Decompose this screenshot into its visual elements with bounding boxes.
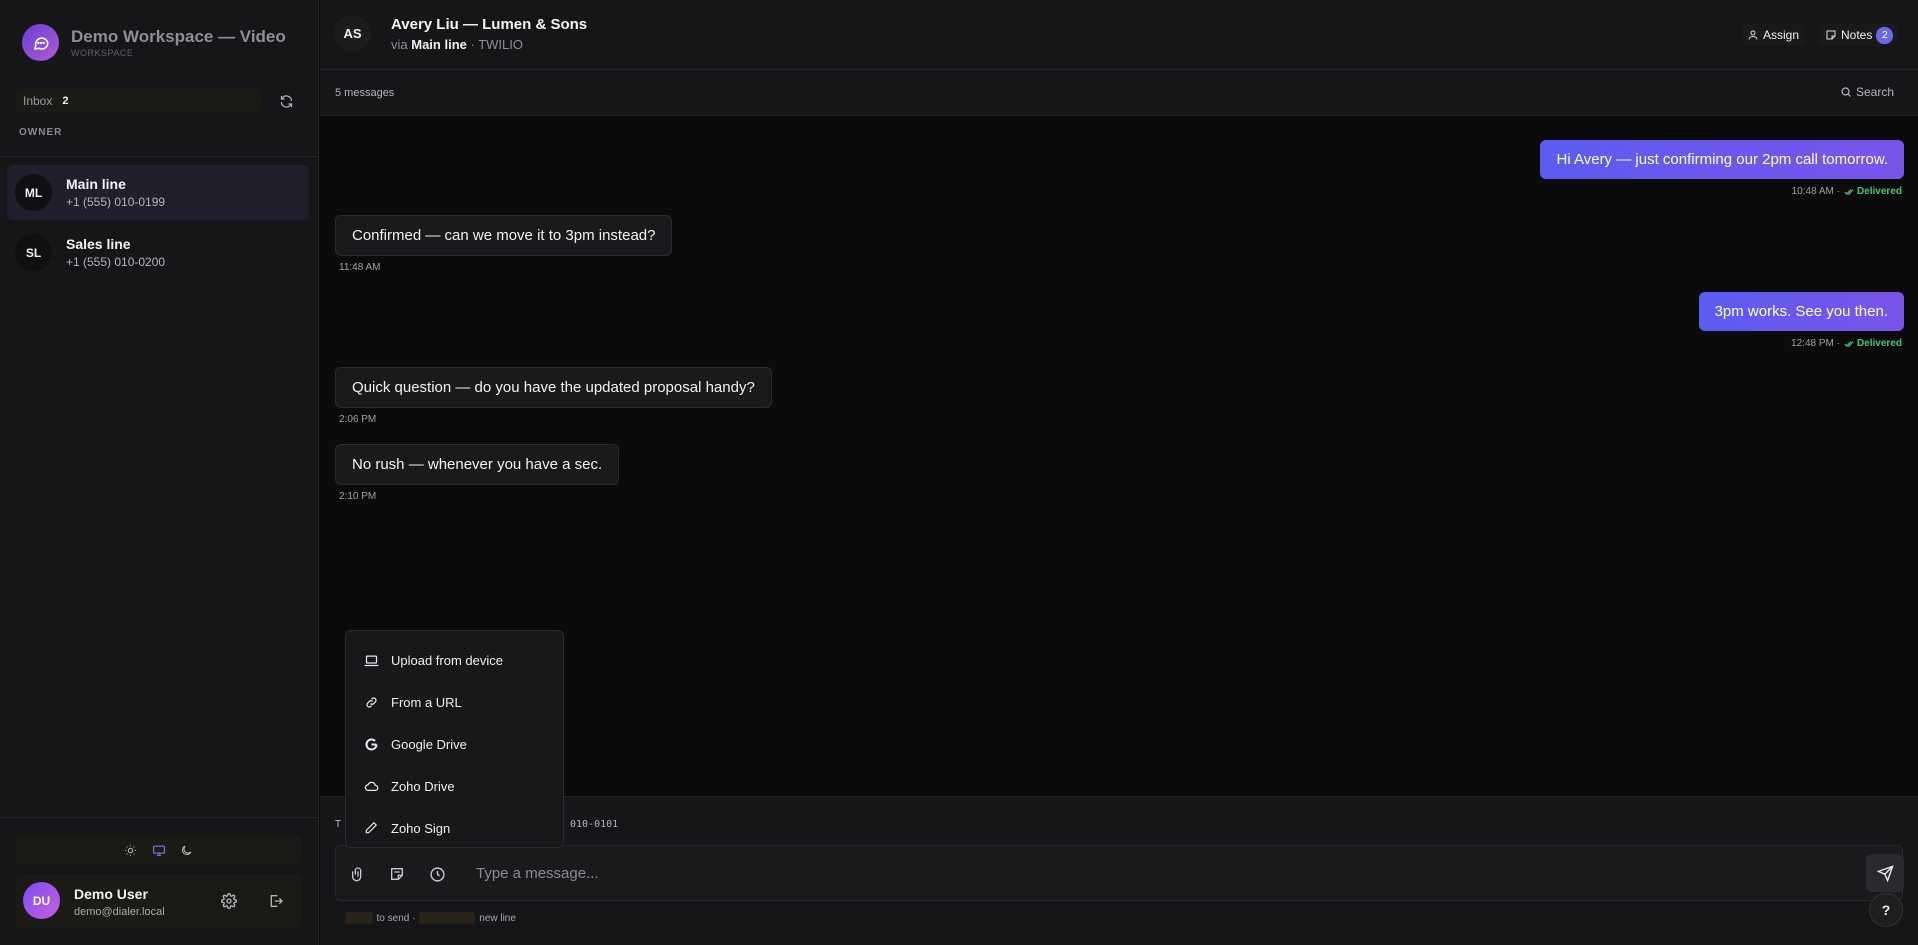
contact-name: Avery Liu — Lumen & Sons [391,16,588,33]
paperclip-icon[interactable] [348,864,368,884]
menu-item-label: Zoho Sign [391,820,451,836]
message-time: 2:10 PM [339,491,377,502]
user-email: demo@dialer.local [74,906,165,918]
clock-icon[interactable] [427,864,447,884]
logout-icon[interactable] [266,891,286,911]
message-bubble-incoming: Quick question — do you have the updated… [335,367,772,408]
shift-enter-key-hint: Shift + Enter [419,912,476,924]
menu-item-label: Google Drive [391,736,467,752]
enter-key-hint: Enter [345,912,373,924]
message-meta: 10:48 AM · Delivered [1792,186,1902,197]
template-icon[interactable] [387,864,407,884]
user-name: Demo User [74,886,148,902]
message-time: 11:48 AM [339,262,381,273]
notes-count-badge: 2 [1876,26,1894,44]
user-card: DU Demo User demo@dialer.local [16,874,301,929]
workspace-title: Demo Workspace — Video [71,26,286,46]
inbox-count: 2 [62,95,69,107]
search-label: Search [1855,85,1894,99]
message-time: 12:48 PM · [1791,338,1840,349]
notes-button[interactable]: Notes 2 [1820,24,1899,46]
user-icon [1748,30,1758,40]
send-icon [1876,864,1894,882]
help-button[interactable]: ? [1869,893,1903,927]
line-name: Sales line [66,235,131,252]
menu-item-upload-device[interactable]: Upload from device [346,639,563,681]
notes-label: Notes [1841,28,1873,42]
line-number: +1 (555) 010-0199 [66,194,166,209]
message-bubble-incoming: Confirmed — can we move it to 3pm instea… [335,215,673,256]
message-bubble-outgoing: 3pm works. See you then. [1698,292,1904,331]
send-button[interactable] [1866,854,1904,892]
cloud-icon [363,778,379,794]
line-name: Main line [66,175,126,192]
laptop-icon [363,652,379,668]
menu-item-zoho-drive[interactable]: Zoho Drive [346,765,563,807]
chat-bubble-icon [22,24,59,61]
avatar: DU [23,882,60,919]
menu-item-google-drive[interactable]: Google Drive [346,723,563,765]
message-time: 2:06 PM [339,414,377,425]
message-time: 10:48 AM · [1791,186,1840,197]
line-avatar: SL [15,234,52,271]
newline-hint: new line [479,912,516,924]
sidebar-bottom-divider [0,817,319,818]
menu-item-label: Zoho Drive [391,778,455,794]
refresh-icon[interactable] [276,91,296,111]
assign-button[interactable]: Assign [1742,24,1805,46]
via-line: Main line [411,37,467,52]
thread-toolbar: 5 messages Search [320,70,1918,116]
search-icon [1841,87,1851,97]
composer-hint: Enter to send · Shift + Enter new line [345,912,516,924]
delivery-label: Delivered [1856,186,1902,197]
menu-item-label: From a URL [391,694,462,710]
to-prefix: T [335,819,342,830]
message-count: 5 messages [335,87,395,99]
owner-section-label: OWNER [19,127,63,138]
workspace-header[interactable]: Demo Workspace — Video WORKSPACE [22,24,286,61]
to-number: 010-0101 [570,819,619,830]
sidebar-item-sales-line[interactable]: SL Sales line +1 (555) 010-0200 [7,225,309,280]
link-icon [363,694,379,710]
check-icon [1844,188,1854,195]
menu-item-from-url[interactable]: From a URL [346,681,563,723]
sun-icon[interactable] [123,843,139,859]
via-prefix: via [391,37,408,52]
delivery-label: Delivered [1856,338,1902,349]
line-number: +1 (555) 010-0200 [66,254,166,269]
send-hint: to send · [376,912,416,924]
message-bubble-outgoing: Hi Avery — just confirming our 2pm call … [1540,140,1904,179]
moon-icon[interactable] [179,843,195,859]
message-meta: 12:48 PM · Delivered [1791,338,1902,349]
to-line: T 010-0101 [335,819,618,830]
message-input[interactable] [476,860,1776,886]
menu-item-label: Upload from device [391,652,503,668]
attachment-menu: Upload from device From a URL Google Dri… [345,630,564,848]
message-bubble-incoming: No rush — whenever you have a sec. [335,444,620,485]
assign-label: Assign [1763,28,1800,42]
google-icon [363,736,379,752]
delivery-status: Delivered [1844,186,1902,197]
monitor-icon[interactable] [151,843,167,859]
delivery-status: Delivered [1844,338,1902,349]
contact-via: via Main line · TWILIO [391,37,523,52]
pen-icon [363,820,379,836]
gear-icon[interactable] [219,891,239,911]
conversation-header: AS Avery Liu — Lumen & Sons via Main lin… [320,0,1918,70]
line-avatar: ML [15,174,52,211]
sidebar-divider [0,156,319,157]
contact-avatar: AS [334,15,371,52]
search-button[interactable]: Search [1840,85,1894,99]
inbox-label: Inbox [23,94,53,108]
menu-item-zoho-sign[interactable]: Zoho Sign [346,807,563,849]
via-provider: · TWILIO [470,37,523,52]
sidebar-item-main-line[interactable]: ML Main line +1 (555) 010-0199 [7,165,309,220]
message-composer [335,845,1904,901]
check-icon [1844,340,1854,347]
sidebar: Demo Workspace — Video WORKSPACE Inbox 2… [0,0,319,945]
workspace-subtitle: WORKSPACE [71,47,134,58]
theme-switcher [16,836,301,865]
note-icon [1826,30,1836,40]
inbox-filter[interactable]: Inbox 2 [16,89,261,113]
